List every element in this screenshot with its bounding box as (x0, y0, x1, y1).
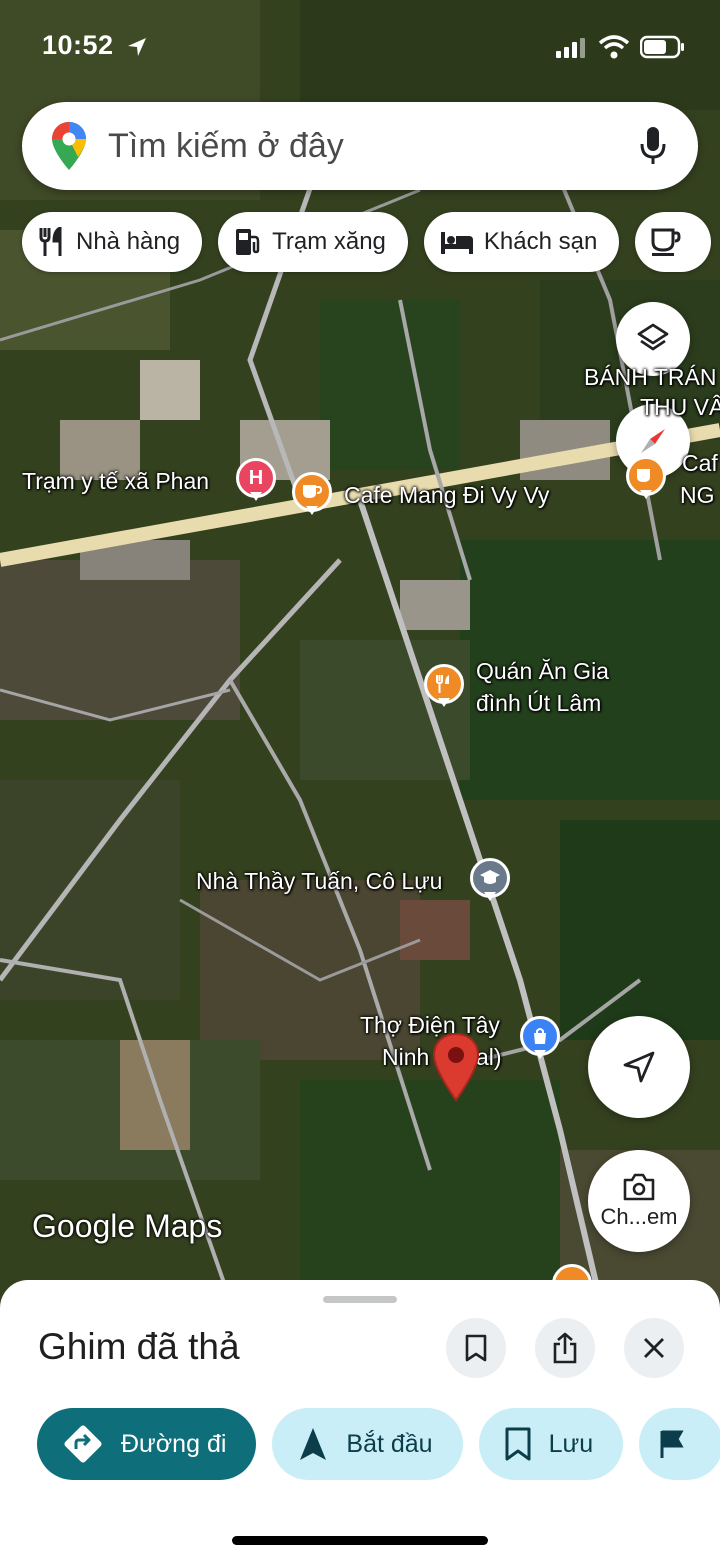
home-indicator (232, 1536, 488, 1545)
battery-icon (640, 35, 684, 59)
chip-label: Trạm xăng (272, 228, 386, 255)
more-action-button[interactable] (639, 1408, 720, 1480)
status-time: 10:52 (42, 30, 114, 60)
directions-button[interactable]: Đường đi (37, 1408, 257, 1480)
microphone-icon[interactable] (640, 126, 666, 166)
google-maps-watermark: Google Maps (32, 1208, 223, 1244)
action-buttons: Đường đi Bắt đầu Lưu (37, 1408, 720, 1480)
map-view[interactable]: 10:52 Tìm kiếm ở đây Nhà hàng Trạm xăng … (0, 0, 720, 1300)
place-label-cafe-right-1[interactable]: Caf (682, 448, 718, 478)
dropped-pin-icon[interactable] (432, 1032, 480, 1102)
search-bar[interactable]: Tìm kiếm ở đây (22, 102, 698, 190)
drag-handle[interactable] (323, 1296, 397, 1303)
search-input[interactable]: Tìm kiếm ở đây (108, 127, 640, 166)
chip-gas-stations[interactable]: Trạm xăng (218, 212, 408, 272)
google-maps-logo-icon (52, 122, 86, 170)
sheet-title: Ghim đã thả (38, 1326, 240, 1367)
chip-coffee[interactable] (635, 212, 712, 272)
bookmark-icon (465, 1334, 487, 1362)
camera-icon (623, 1173, 655, 1201)
cafe-poi[interactable] (292, 472, 332, 518)
directions-label: Đường đi (121, 1429, 227, 1458)
chip-label: Nhà hàng (76, 228, 181, 255)
layers-icon (637, 323, 669, 351)
hospital-poi[interactable]: H (236, 458, 276, 504)
place-label-nha-thay[interactable]: Nhà Thầy Tuấn, Cô Lựu (196, 866, 442, 896)
place-label-quan-an-1[interactable]: Quán Ăn Gia (476, 656, 609, 686)
compass-icon (641, 429, 665, 453)
save-label: Lưu (548, 1429, 594, 1458)
place-label-quan-an-2[interactable]: đình Út Lâm (476, 688, 601, 718)
my-location-button[interactable] (588, 1016, 690, 1118)
shop-poi[interactable] (520, 1016, 560, 1062)
cafe-poi-right[interactable] (626, 456, 666, 502)
flag-icon (660, 1430, 684, 1458)
coffee-cup-icon (651, 228, 681, 256)
hospital-icon: H (248, 466, 264, 489)
place-label-cafe-mang-di[interactable]: Cafe Mang Đi Vy Vy (344, 480, 549, 510)
place-label-cafe-right-2[interactable]: NG (680, 480, 715, 510)
restaurant-poi[interactable] (424, 664, 464, 710)
bed-icon (440, 232, 473, 254)
place-label-banh-trang[interactable]: BÁNH TRÁN (584, 362, 717, 392)
shopping-bag-icon (534, 1028, 546, 1044)
school-poi[interactable] (470, 858, 510, 904)
navigation-arrow-icon (623, 1051, 655, 1083)
share-icon (553, 1332, 577, 1364)
save-button[interactable] (446, 1318, 506, 1378)
camera-label: Ch...em (600, 1204, 678, 1229)
location-arrow-icon (128, 38, 146, 56)
category-chips: Nhà hàng Trạm xăng Khách sạn (22, 212, 720, 272)
start-label: Bắt đầu (346, 1429, 433, 1458)
start-button[interactable]: Bắt đầu (272, 1408, 463, 1480)
navigation-arrow-icon (300, 1428, 327, 1460)
directions-icon (64, 1425, 102, 1463)
bottom-sheet[interactable]: Ghim đã thả Đường đi Bắt đầu Lưu (0, 1280, 720, 1559)
graduation-cap-icon (480, 870, 500, 884)
fork-knife-icon (436, 675, 449, 693)
chip-hotels[interactable]: Khách sạn (423, 212, 620, 272)
place-label-tho-dien-2[interactable]: Ninh (382, 1042, 429, 1072)
coffee-cup-icon (637, 469, 650, 482)
cellular-signal-icon (556, 38, 585, 58)
close-button[interactable] (624, 1318, 684, 1378)
fork-knife-icon (39, 227, 62, 256)
bookmark-icon (505, 1427, 531, 1461)
chip-label: Khách sạn (483, 228, 598, 255)
share-button[interactable] (535, 1318, 595, 1378)
chip-restaurants[interactable]: Nhà hàng (22, 212, 203, 272)
close-icon (644, 1338, 664, 1358)
camera-button[interactable]: Ch...em (588, 1150, 690, 1252)
place-label-banh-trang-2[interactable]: THU VÂ (640, 392, 720, 422)
status-bar: 10:52 (0, 0, 720, 90)
wifi-icon (598, 35, 630, 59)
save-action-button[interactable]: Lưu (478, 1408, 624, 1480)
coffee-cup-icon (303, 485, 322, 498)
place-label-tram-y-te[interactable]: Trạm y tế xã Phan (22, 466, 209, 496)
gas-station-icon (236, 229, 260, 255)
